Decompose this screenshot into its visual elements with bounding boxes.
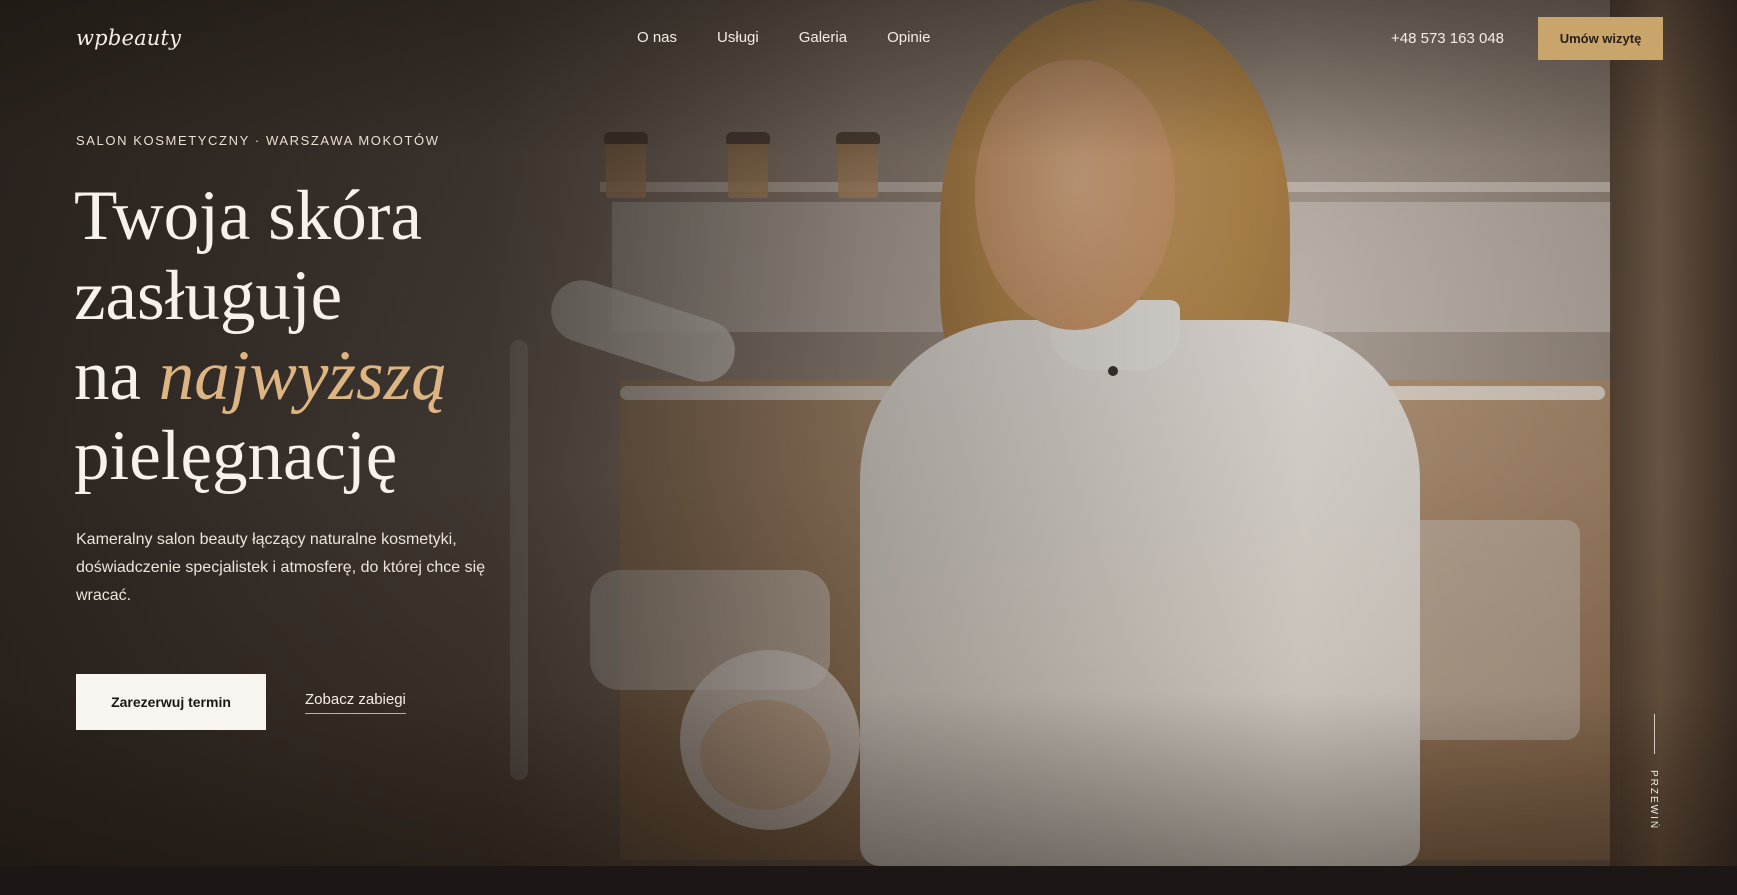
headline-line-2: zasługuje: [74, 257, 343, 335]
reserve-button[interactable]: Zarezerwuj termin: [76, 674, 266, 730]
headline-accent: najwyższą: [158, 337, 447, 415]
headline-line-1: Twoja skóra: [74, 177, 422, 255]
scroll-label: PRZEWIŃ: [1648, 770, 1659, 831]
scroll-line: [1654, 714, 1655, 754]
nav-link-uslugi[interactable]: Usługi: [717, 29, 759, 46]
hero-lead: Kameralny salon beauty łączący naturalne…: [76, 531, 486, 604]
phone-link[interactable]: +48 573 163 048: [1391, 30, 1504, 47]
hero-eyebrow: SALON KOSMETYCZNY · WARSZAWA MOKOTÓW: [76, 133, 440, 148]
headline-line-4: pielęgnację: [74, 417, 398, 495]
nav-link-galeria[interactable]: Galeria: [799, 29, 847, 46]
scroll-indicator[interactable]: PRZEWIŃ: [1645, 714, 1665, 834]
hero-section: wpbeauty O nas Usługi Galeria Opinie +48…: [0, 0, 1737, 866]
hero-headline: Twoja skóra zasługuje na najwyższą pielę…: [74, 176, 447, 496]
headline-line-3-prefix: na: [74, 337, 159, 415]
see-treatments-link[interactable]: Zobacz zabiegi: [305, 691, 406, 714]
site-logo[interactable]: wpbeauty: [76, 26, 181, 50]
main-nav: O nas Usługi Galeria Opinie: [637, 29, 930, 46]
next-section-edge: [0, 866, 1737, 895]
nav-link-opinie[interactable]: Opinie: [887, 29, 930, 46]
nav-link-o-nas[interactable]: O nas: [637, 29, 677, 46]
book-visit-button[interactable]: Umów wizytę: [1538, 17, 1663, 60]
